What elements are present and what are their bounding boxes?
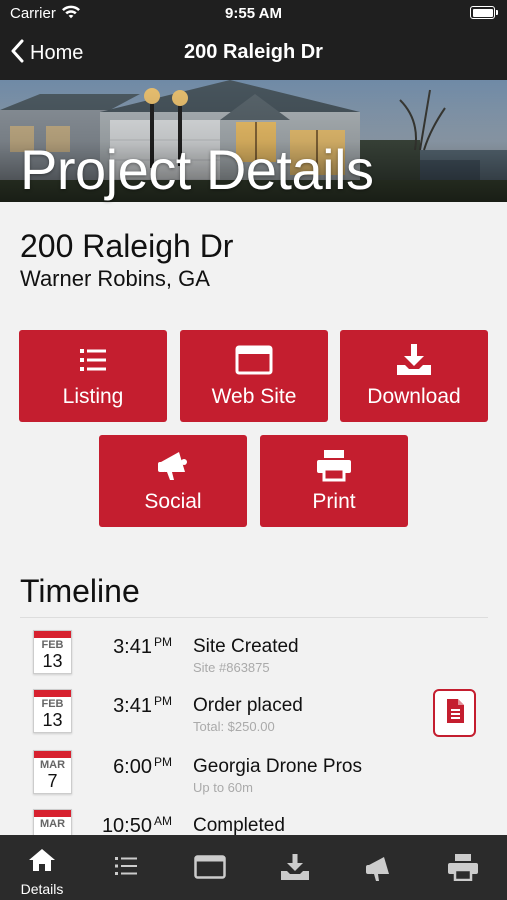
event-title: Order placed — [193, 695, 303, 716]
download-button[interactable]: Download — [340, 330, 488, 422]
status-bar: Carrier 9:55 AM — [0, 0, 507, 26]
event-month: MAR — [39, 818, 66, 830]
property-address: 200 Raleigh Dr — [20, 228, 234, 264]
social-button-label: Social — [144, 490, 202, 513]
tab-print[interactable] — [421, 835, 505, 900]
calendar-date-icon: MAR — [33, 809, 72, 835]
website-button[interactable]: Web Site — [180, 330, 328, 422]
tab-website[interactable] — [168, 835, 252, 900]
download-button-label: Download — [367, 385, 461, 408]
event-title: Site Created — [193, 636, 299, 657]
calendar-date-icon: FEB 13 — [33, 689, 72, 733]
download-icon — [279, 853, 311, 886]
tab-listing[interactable] — [84, 835, 168, 900]
list-icon — [73, 343, 113, 377]
event-time: 3:41 PM — [113, 635, 172, 658]
timeline-heading: Timeline — [20, 573, 140, 609]
event-subtitle: Up to 60m — [193, 780, 253, 795]
megaphone-icon — [364, 854, 394, 887]
megaphone-icon — [153, 448, 193, 482]
tab-bar: Details — [0, 835, 507, 900]
hero-title: Project Details — [20, 138, 374, 201]
timeline-item: MAR 10:50 AM Completed — [0, 797, 507, 835]
event-time: 6:00 PM — [113, 755, 172, 778]
print-button-label: Print — [312, 490, 356, 513]
tab-details[interactable]: Details — [0, 835, 84, 900]
status-time: 9:55 AM — [225, 5, 282, 22]
calendar-date-icon: FEB 13 — [33, 630, 72, 674]
list-icon — [114, 856, 138, 881]
timeline-item: FEB 13 3:41 PM Site Created Site #863875 — [0, 618, 507, 676]
back-label: Home — [30, 41, 84, 64]
browser-window-icon — [194, 855, 226, 884]
invoice-button[interactable] — [433, 689, 476, 737]
chevron-left-icon — [10, 39, 24, 68]
print-button[interactable]: Print — [260, 435, 408, 527]
timeline-item: FEB 13 3:41 PM Order placed Total: $250.0… — [0, 677, 507, 735]
event-time: 3:41 PM — [113, 694, 172, 717]
event-day: 7 — [47, 771, 58, 791]
tab-download[interactable] — [253, 835, 337, 900]
battery-icon — [470, 6, 498, 19]
calendar-date-icon: MAR 7 — [33, 750, 72, 794]
event-day: 13 — [42, 710, 63, 730]
property-city: Warner Robins, GA — [20, 266, 210, 291]
event-day: 13 — [42, 651, 63, 671]
event-title: Georgia Drone Pros — [193, 756, 362, 777]
website-button-label: Web Site — [211, 385, 297, 408]
back-button[interactable]: Home — [10, 37, 83, 69]
tab-social[interactable] — [337, 835, 421, 900]
event-time: 10:50 AM — [101, 814, 172, 835]
event-subtitle: Site #863875 — [193, 660, 270, 675]
invoice-icon — [445, 698, 465, 729]
tab-details-label: Details — [20, 881, 64, 897]
event-subtitle: Total: $250.00 — [193, 719, 275, 734]
printer-icon — [447, 853, 479, 886]
timeline-item: MAR 7 6:00 PM Georgia Drone Pros Up to 60… — [0, 738, 507, 796]
event-title: Completed — [193, 815, 285, 835]
navigation-bar: Home 200 Raleigh Dr — [0, 26, 507, 80]
listing-button[interactable]: Listing — [19, 330, 167, 422]
listing-button-label: Listing — [62, 385, 124, 408]
social-button[interactable]: Social — [99, 435, 247, 527]
download-icon — [394, 343, 434, 377]
browser-window-icon — [234, 343, 274, 377]
printer-icon — [314, 448, 354, 482]
timeline-list: FEB 13 3:41 PM Site Created Site #863875 … — [0, 618, 507, 835]
home-icon — [28, 848, 56, 877]
